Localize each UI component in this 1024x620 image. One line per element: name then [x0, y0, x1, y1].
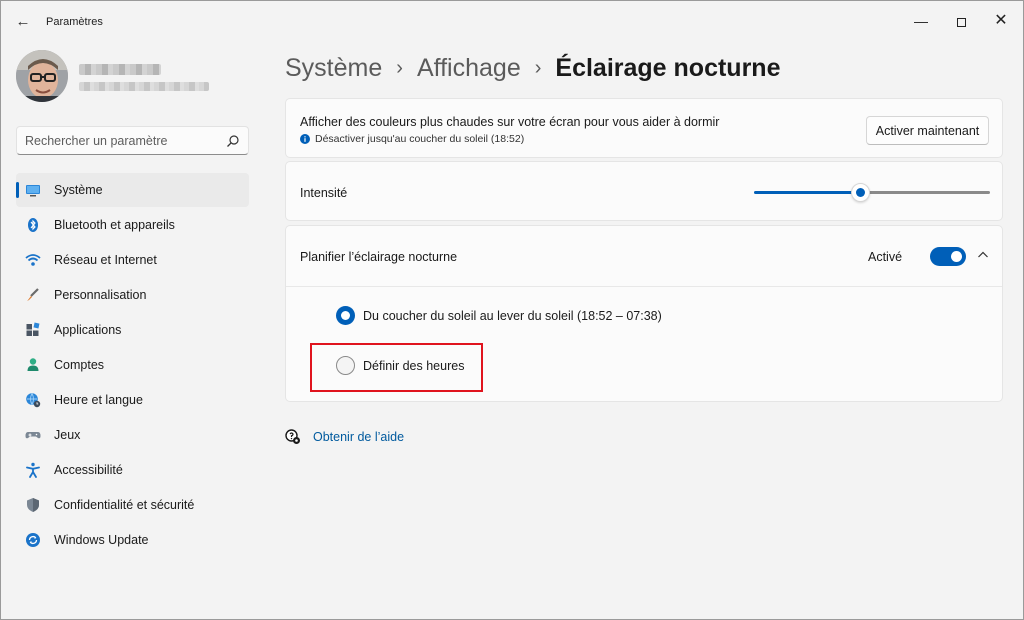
- system-icon: [26, 185, 40, 197]
- blurred-user-email: [79, 82, 209, 91]
- sidebar-item-personnalisation[interactable]: Personnalisation: [16, 278, 249, 312]
- brush-icon: [27, 288, 39, 301]
- schedule-toggle[interactable]: [930, 247, 966, 266]
- app-title: Paramètres: [46, 16, 103, 28]
- accessibility-icon: [26, 462, 40, 478]
- breadcrumb-affichage[interactable]: Affichage: [417, 54, 521, 83]
- sidebar-item-applications[interactable]: Applications: [16, 313, 249, 347]
- sidebar-item-label: Heure et langue: [54, 393, 143, 407]
- activate-now-button[interactable]: Activer maintenant: [866, 116, 989, 145]
- minimize-button[interactable]: —: [903, 7, 939, 35]
- chevron-right-icon: ›: [534, 56, 542, 79]
- night-light-card: Afficher des couleurs plus chaudes sur v…: [285, 98, 1003, 158]
- sidebar-item-label: Comptes: [54, 358, 105, 372]
- intensity-card: Intensité: [285, 161, 1003, 221]
- help-row[interactable]: Obtenir de l’aide: [285, 429, 404, 445]
- gamepad-icon: [25, 432, 41, 439]
- bluetooth-icon: [28, 218, 38, 232]
- sidebar-item-label: Accessibilité: [54, 463, 123, 477]
- close-button[interactable]: ✕: [983, 7, 1019, 35]
- search-input[interactable]: [25, 132, 220, 150]
- sidebar-item-label: Bluetooth et appareils: [54, 218, 175, 232]
- sidebar-item-windows-update[interactable]: Windows Update: [16, 523, 249, 557]
- sidebar-item-bluetooth[interactable]: Bluetooth et appareils: [16, 208, 249, 242]
- night-light-status-text: Désactiver jusqu'au coucher du soleil (1…: [315, 133, 525, 145]
- user-photo-icon: [16, 50, 68, 102]
- sidebar-nav: Système Bluetooth et appareils Réseau et…: [16, 173, 249, 558]
- sidebar-item-jeux[interactable]: Jeux: [16, 418, 249, 452]
- highlight-annotation-box: [310, 343, 483, 392]
- slider-fill: [754, 191, 854, 194]
- radio-button-checked[interactable]: [336, 306, 355, 325]
- shield-icon: [27, 498, 39, 512]
- settings-window: ← Paramètres — ✕ Rechercher un paramètre…: [0, 0, 1024, 620]
- avatar[interactable]: [16, 50, 68, 102]
- wifi-icon: [25, 254, 41, 266]
- intensity-slider[interactable]: [754, 182, 990, 202]
- sidebar-item-accessibilite[interactable]: Accessibilité: [16, 453, 249, 487]
- help-icon: [285, 429, 300, 444]
- blurred-user-name: [79, 64, 161, 75]
- intensity-label: Intensité: [300, 186, 348, 200]
- sidebar-item-label: Applications: [54, 323, 122, 337]
- page-title: Éclairage nocturne: [555, 53, 781, 82]
- slider-track: [866, 191, 990, 194]
- chevron-up-icon[interactable]: [976, 248, 990, 262]
- slider-thumb[interactable]: [851, 183, 870, 202]
- maximize-button[interactable]: [943, 7, 979, 35]
- sidebar-item-systeme[interactable]: Système: [16, 173, 249, 207]
- toggle-knob: [951, 251, 962, 262]
- sidebar-item-label: Personnalisation: [54, 288, 147, 302]
- radio-sunset-option[interactable]: Du coucher du soleil au lever du soleil …: [336, 306, 662, 325]
- globe-clock-icon: [26, 393, 41, 408]
- toggle-state-label: Activé: [868, 250, 903, 264]
- search-box[interactable]: [16, 126, 249, 155]
- sidebar-item-comptes[interactable]: Comptes: [16, 348, 249, 382]
- person-icon: [27, 358, 39, 371]
- sidebar-item-label: Windows Update: [54, 533, 149, 547]
- schedule-expander-header[interactable]: Planifier l’éclairage nocturne Activé: [286, 226, 1002, 287]
- apps-icon: [26, 322, 40, 336]
- info-icon: [300, 134, 310, 144]
- sidebar-item-label: Confidentialité et sécurité: [54, 498, 195, 512]
- sidebar-item-heure-langue[interactable]: Heure et langue: [16, 383, 249, 417]
- radio-sunset-label: Du coucher du soleil au lever du soleil …: [363, 308, 662, 323]
- chevron-right-icon: ›: [396, 56, 403, 79]
- sidebar-item-confidentialite[interactable]: Confidentialité et sécurité: [16, 488, 249, 522]
- update-icon: [26, 533, 40, 547]
- sidebar-item-reseau[interactable]: Réseau et Internet: [16, 243, 249, 277]
- maximize-icon: [956, 17, 966, 27]
- sidebar-item-label: Système: [54, 183, 103, 197]
- help-link[interactable]: Obtenir de l’aide: [313, 430, 404, 444]
- back-arrow-icon[interactable]: ←: [11, 11, 35, 33]
- search-icon[interactable]: [226, 134, 240, 148]
- title-bar: ← Paramètres — ✕: [1, 1, 1023, 41]
- sidebar-item-label: Jeux: [54, 428, 81, 442]
- night-light-description: Afficher des couleurs plus chaudes sur v…: [300, 115, 720, 129]
- breadcrumb: Système › Affichage › Éclairage nocturne: [285, 51, 780, 85]
- schedule-title: Planifier l’éclairage nocturne: [300, 250, 458, 264]
- sidebar-item-label: Réseau et Internet: [54, 253, 157, 267]
- breadcrumb-systeme[interactable]: Système: [285, 54, 382, 83]
- night-light-status: Désactiver jusqu'au coucher du soleil (1…: [300, 133, 524, 145]
